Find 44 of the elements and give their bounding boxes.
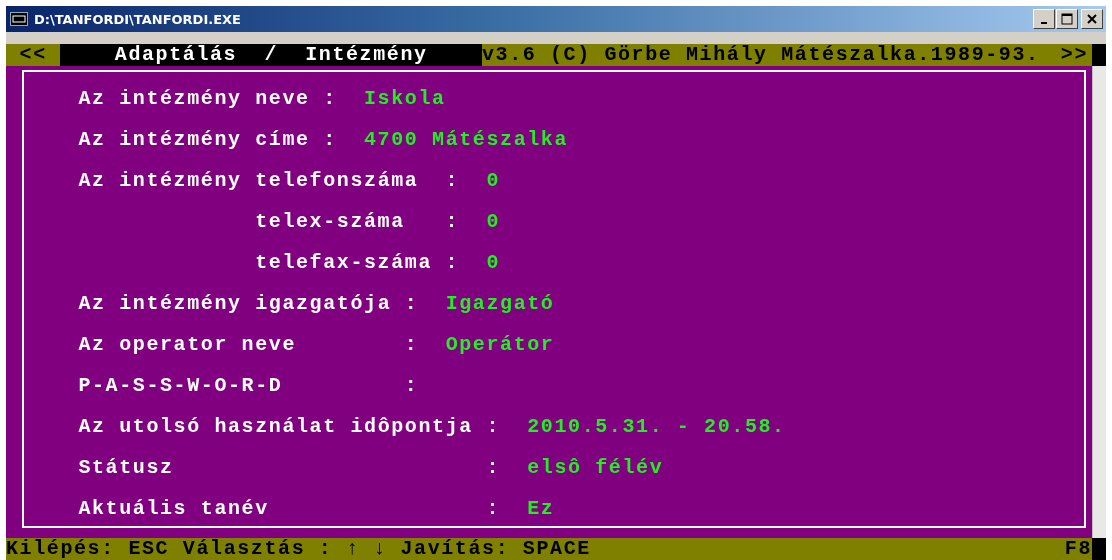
field-separator: : (323, 86, 337, 112)
minimize-icon (1041, 22, 1047, 24)
field-label: Az operator neve (78, 332, 298, 358)
field-label: Az intézmény telefonszáma (78, 168, 420, 194)
field-separator: : (404, 373, 419, 399)
field-value[interactable]: Igazgató (445, 283, 1084, 324)
close-icon (1087, 14, 1097, 24)
field-separator: : (404, 291, 419, 317)
field-separator: : (445, 250, 460, 276)
field-separator: : (486, 496, 501, 522)
key-help-text: Kilépés: ESC Választás : ↑ ↓ Javítás: SPACE (6, 538, 591, 560)
field-label: Státusz (78, 455, 175, 481)
field-label: P-A-S-S-W-O-R-D (78, 373, 284, 399)
field-separator: : (323, 127, 337, 153)
copyright-text: v3.6 (C) Görbe Mihály Mátészalka.1989-93. (482, 44, 1061, 66)
field-label: Az intézmény igazgatója (78, 291, 392, 317)
field-value[interactable]: elsô félév (527, 447, 1084, 488)
field-value[interactable]: 4700 Mátészalka (364, 119, 1084, 160)
field-label: Az intézmény neve (78, 86, 310, 112)
field-label: telefax-száma (254, 250, 432, 276)
field-label: Az utolsó használat idôpontja (78, 414, 473, 440)
field-label: Aktuális tanév (78, 496, 270, 522)
console-icon (10, 12, 28, 26)
field-separator: : (486, 414, 501, 440)
field-value[interactable]: Operátor (445, 324, 1084, 365)
field-value[interactable]: 0 (486, 242, 1084, 283)
field-separator: : (486, 455, 501, 481)
field-label: Az intézmény címe (78, 127, 310, 153)
field-value[interactable]: 0 (486, 201, 1084, 242)
field-value[interactable]: Iskola (364, 78, 1084, 119)
maximize-icon (1061, 13, 1073, 25)
function-key-text: F8 (1064, 538, 1092, 560)
field-value[interactable]: 0 (486, 160, 1084, 201)
field-value[interactable]: Ez (527, 488, 1084, 529)
field-label: telex-száma (254, 209, 406, 235)
field-separator: : (445, 209, 460, 235)
maximize-button[interactable] (1056, 9, 1078, 29)
field-separator: : (404, 332, 419, 358)
field-separator: : (445, 168, 460, 194)
scrollbar[interactable] (1092, 66, 1106, 538)
close-button[interactable] (1081, 9, 1103, 29)
field-value[interactable]: 2010.5.31. - 20.58. (527, 406, 1084, 447)
minimize-button[interactable] (1033, 9, 1055, 29)
window-title: D:\TANFORDI\TANFORDI.EXE (34, 11, 242, 27)
